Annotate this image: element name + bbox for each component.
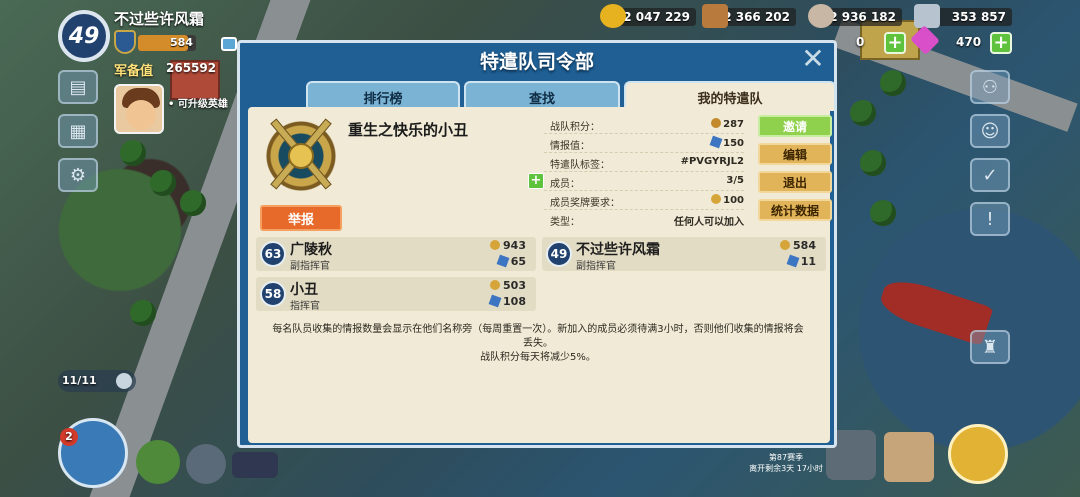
member-name: 小丑 — [290, 282, 318, 298]
hammer-badge: 2 — [60, 428, 78, 446]
hero-upgrade-note: • 可升级英雄 — [168, 99, 228, 110]
edit-button[interactable]: 编辑 — [758, 143, 832, 165]
medal-icon — [490, 240, 501, 250]
diamond-count: 470 — [956, 35, 982, 49]
secondary-resource-value: 0 — [856, 35, 865, 49]
builders-toggle[interactable]: 11/11 — [58, 370, 136, 392]
stone-counter: 2 936 182 — [822, 8, 902, 26]
player-level-badge[interactable]: 49 — [58, 10, 110, 62]
friends-icon[interactable]: ⚇ — [970, 70, 1010, 104]
player-medals: 584 — [170, 36, 193, 49]
leave-button[interactable]: 退出 — [758, 171, 832, 193]
iron-counter: 353 857 — [930, 8, 1012, 26]
medal-requirement-icon — [711, 194, 722, 204]
member-role: 指挥官 — [290, 301, 320, 312]
stat-row-tag: 特遣队标签： #PVGYRJL2 — [544, 153, 744, 172]
close-icon[interactable]: ✕ — [800, 45, 826, 73]
intel-icon — [786, 254, 800, 268]
shield-icon — [114, 30, 136, 54]
radar-icon[interactable] — [186, 444, 226, 484]
compass-icon[interactable] — [948, 424, 1008, 484]
taskforce-name: 重生之快乐的小丑 — [348, 121, 469, 139]
modal-title: 特遣队司令部 — [479, 51, 594, 73]
stat-row-intel: 情报值： 150 — [544, 134, 744, 153]
stat-row-members: + 成员： 3/5 — [528, 172, 744, 191]
add-diamond-plus-icon[interactable]: + — [990, 32, 1012, 54]
notice-icon[interactable]: ! — [970, 202, 1010, 236]
stat-row-type: 类型： 任何人可以加入 — [550, 217, 744, 228]
season-note: 第87赛季 离开剩余3天 17小时 — [749, 453, 823, 473]
taskforce-stats: 战队积分： 287 情报值： 150 特遣队标签： #PVGYRJL2 + 成员… — [528, 115, 744, 229]
member-level: 63 — [260, 241, 286, 267]
settings-gear-icon[interactable]: ⚙ — [58, 158, 98, 192]
calendar-icon[interactable]: ▦ — [58, 114, 98, 148]
member-row[interactable]: 63 广陵秋 副指挥官 943 65 — [256, 237, 536, 272]
my-taskforce-panel: 重生之快乐的小丑 举报 战队积分： 287 情报值： 150 特遣队标签： #P… — [248, 107, 832, 443]
taskforce-modal: 特遣队司令部 ✕ 排行榜 查找 我的特遣队 重生之快乐的小丑 举报 战队积分： … — [237, 40, 837, 448]
checklist-icon[interactable]: ✓ — [970, 158, 1010, 192]
medal-icon — [780, 240, 791, 250]
wood-counter: 2 366 202 — [716, 8, 796, 26]
player-name[interactable]: 不过些许风霜 — [114, 8, 204, 29]
map-icon[interactable] — [884, 432, 934, 482]
member-level: 49 — [546, 241, 572, 267]
member-row[interactable]: 58 小丑 指挥官 503 108 — [256, 277, 536, 312]
medal-icon — [490, 280, 501, 290]
member-name: 不过些许风霜 — [576, 242, 660, 258]
statue-icon[interactable]: ♜ — [970, 330, 1010, 364]
add-resource-plus-icon[interactable]: + — [884, 32, 906, 54]
storage-icon[interactable] — [136, 440, 180, 484]
member-row[interactable]: 49 不过些许风霜 副指挥官 584 11 — [542, 237, 826, 272]
settings-square-icon[interactable] — [221, 37, 237, 51]
member-name: 广陵秋 — [290, 242, 332, 258]
intel-icon — [496, 254, 510, 268]
hero-avatar[interactable] — [114, 84, 164, 134]
gold-counter: 2 047 229 — [616, 8, 696, 26]
info-text: 每名队员收集的情报数量会显示在他们名称旁（每周重置一次）。新加入的成员必须待满3… — [272, 324, 804, 363]
medal-icon — [711, 118, 722, 128]
iron-icon — [914, 4, 940, 28]
invite-button[interactable]: 邀请 — [758, 115, 832, 137]
taskforce-emblem-icon — [262, 117, 340, 195]
stat-row-points: 战队积分： 287 — [544, 115, 744, 134]
intel-icon — [488, 294, 502, 308]
intel-icon — [709, 135, 723, 149]
stat-row-medal-req: 成员奖牌要求： 100 — [544, 191, 744, 210]
builders-count: 11/11 — [62, 374, 97, 387]
army-strength-value: 265592 — [166, 61, 217, 75]
army-strength-label: 军备值 — [114, 64, 154, 79]
member-role: 副指挥官 — [576, 261, 616, 272]
gunboat-icon[interactable] — [232, 452, 278, 478]
wood-icon — [702, 4, 728, 28]
leaderboard-icon[interactable]: ▤ — [58, 70, 98, 104]
member-role: 副指挥官 — [290, 261, 330, 272]
gold-coin-icon — [600, 4, 626, 28]
profile-icon[interactable]: ☺ — [970, 114, 1010, 148]
stone-icon — [808, 4, 834, 28]
statistics-button[interactable]: 统计数据 — [758, 199, 832, 221]
add-member-plus-icon[interactable]: + — [528, 173, 544, 189]
member-level: 58 — [260, 281, 286, 307]
report-button[interactable]: 举报 — [260, 205, 342, 231]
